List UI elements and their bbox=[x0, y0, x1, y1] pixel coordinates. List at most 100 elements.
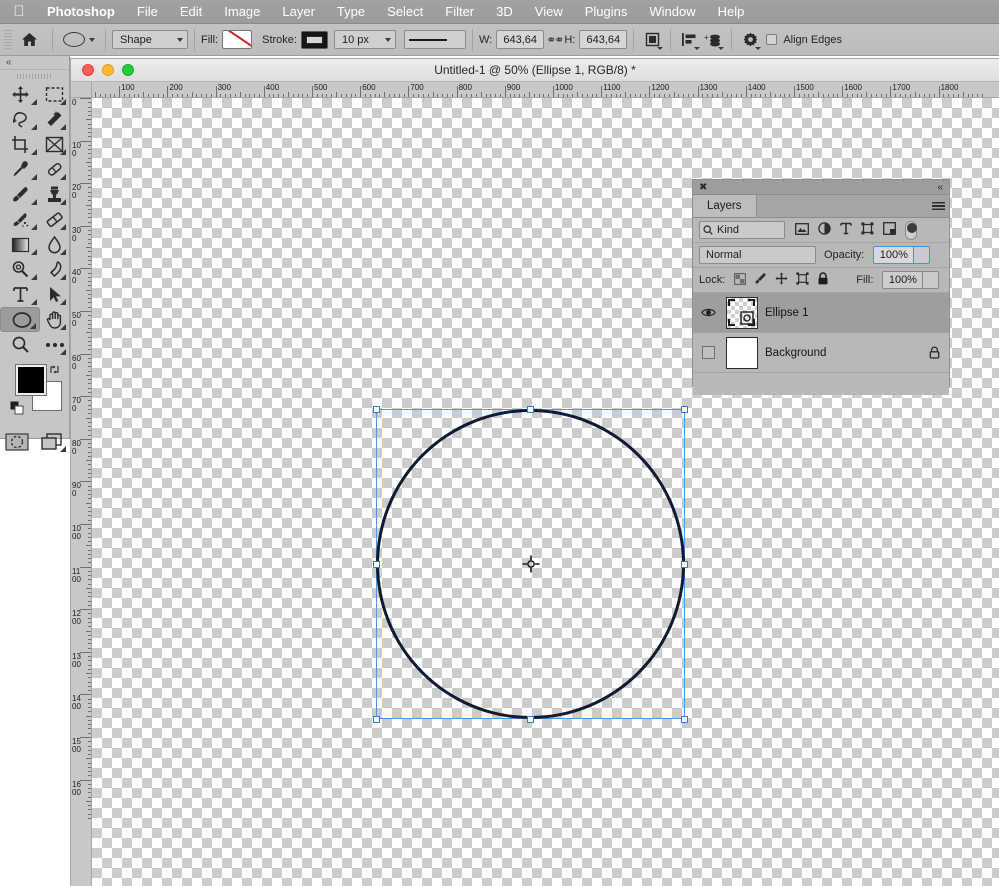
layer-name[interactable]: Background bbox=[765, 347, 920, 359]
opacity-input[interactable]: 100% bbox=[873, 246, 915, 264]
foreground-color-swatch[interactable] bbox=[15, 364, 47, 396]
transform-handle-top-left[interactable] bbox=[373, 406, 380, 413]
clone-stamp-tool[interactable] bbox=[40, 182, 69, 207]
lock-image-pixels-icon[interactable] bbox=[754, 272, 767, 288]
tools-panel-collapse[interactable]: « bbox=[0, 56, 69, 70]
lock-position-icon[interactable] bbox=[775, 272, 788, 288]
transform-handle-bottom-left[interactable] bbox=[373, 716, 380, 723]
fill-swatch[interactable] bbox=[222, 30, 253, 49]
layer-visibility-toggle[interactable] bbox=[697, 346, 719, 359]
layers-panel-titlebar[interactable]: ✖ « bbox=[693, 180, 949, 195]
menu-item-view[interactable]: View bbox=[524, 0, 574, 24]
ellipse-tool[interactable] bbox=[0, 307, 40, 332]
crop-tool[interactable] bbox=[0, 132, 40, 157]
home-icon[interactable] bbox=[12, 32, 46, 47]
eyedropper-tool[interactable] bbox=[0, 157, 40, 182]
rectangular-marquee-tool[interactable] bbox=[40, 82, 69, 107]
menu-item-3d[interactable]: 3D bbox=[485, 0, 524, 24]
link-chain-icon[interactable]: ⚭⚭ bbox=[544, 33, 564, 47]
blur-drop-tool[interactable] bbox=[40, 232, 69, 257]
fill-stepper-arrow[interactable] bbox=[923, 271, 940, 289]
path-arrangement-icon[interactable]: + bbox=[701, 29, 725, 51]
healing-patch-tool[interactable] bbox=[40, 157, 69, 182]
pixel-filter-icon[interactable] bbox=[795, 222, 809, 238]
tool-mode-select[interactable]: Shape bbox=[112, 30, 188, 49]
table-row[interactable]: Background bbox=[693, 333, 949, 373]
tool-preset-picker[interactable] bbox=[59, 32, 99, 47]
path-alignment-icon[interactable] bbox=[677, 29, 701, 51]
more-tools-ellipsis-icon[interactable] bbox=[40, 332, 69, 357]
filter-toggle-icon[interactable] bbox=[905, 220, 917, 240]
lock-all-icon[interactable] bbox=[817, 272, 829, 288]
layer-visibility-toggle[interactable] bbox=[697, 307, 719, 318]
transform-handle-middle-left[interactable] bbox=[373, 561, 380, 568]
zoom-tool[interactable] bbox=[0, 332, 40, 357]
default-colors-icon[interactable] bbox=[10, 401, 25, 421]
height-input[interactable]: 643,64 bbox=[579, 30, 628, 49]
blend-mode-select[interactable]: Normal bbox=[699, 246, 816, 264]
layer-thumbnail[interactable] bbox=[726, 336, 758, 369]
swap-colors-icon[interactable] bbox=[48, 363, 61, 379]
menu-item-layer[interactable]: Layer bbox=[271, 0, 326, 24]
type-tool[interactable] bbox=[0, 282, 40, 307]
tab-layers[interactable]: Layers bbox=[693, 195, 757, 217]
smartobject-filter-icon[interactable] bbox=[883, 222, 896, 238]
menu-item-edit[interactable]: Edit bbox=[169, 0, 213, 24]
ruler-corner[interactable] bbox=[71, 82, 92, 98]
path-operations-icon[interactable] bbox=[640, 29, 664, 51]
eraser-tool[interactable] bbox=[40, 207, 69, 232]
lasso-tool[interactable] bbox=[0, 107, 40, 132]
transform-handle-top-right[interactable] bbox=[681, 406, 688, 413]
transform-handle-bottom-right[interactable] bbox=[681, 716, 688, 723]
lock-transparent-pixels-icon[interactable] bbox=[734, 272, 747, 288]
menu-item-type[interactable]: Type bbox=[326, 0, 376, 24]
menu-item-window[interactable]: Window bbox=[638, 0, 706, 24]
history-brush-tool[interactable] bbox=[0, 207, 40, 232]
menu-item-select[interactable]: Select bbox=[376, 0, 434, 24]
stroke-width-select[interactable]: 10 px bbox=[333, 30, 396, 49]
close-icon[interactable]: ✖ bbox=[699, 182, 707, 193]
hand-tool[interactable] bbox=[40, 307, 69, 332]
panel-menu-icon[interactable] bbox=[927, 195, 949, 217]
stroke-swatch[interactable] bbox=[300, 30, 328, 49]
reference-point-icon[interactable] bbox=[522, 555, 540, 578]
stroke-style-select[interactable] bbox=[403, 30, 466, 49]
magic-wand-tool[interactable] bbox=[40, 107, 69, 132]
width-input[interactable]: 643,64 bbox=[496, 30, 545, 49]
shape-filter-icon[interactable] bbox=[861, 222, 874, 238]
opacity-stepper-arrow[interactable] bbox=[914, 246, 931, 264]
move-tool[interactable] bbox=[0, 82, 40, 107]
brush-tool[interactable] bbox=[0, 182, 40, 207]
menu-item-help[interactable]: Help bbox=[707, 0, 756, 24]
layer-name[interactable]: Ellipse 1 bbox=[765, 307, 920, 319]
vertical-ruler[interactable]: 0 100 200 300 400 500 600 700 800 900 1000 1100 1200… bbox=[71, 98, 92, 886]
menu-item-image[interactable]: Image bbox=[213, 0, 271, 24]
gradient-tool[interactable] bbox=[0, 232, 40, 257]
menu-item-plugins[interactable]: Plugins bbox=[574, 0, 639, 24]
filter-kind-select[interactable]: Kind bbox=[699, 221, 785, 239]
type-filter-icon[interactable] bbox=[840, 222, 852, 238]
menu-item-file[interactable]: File bbox=[126, 0, 169, 24]
menu-item-photoshop[interactable]: Photoshop bbox=[36, 0, 126, 24]
options-bar-grip[interactable] bbox=[4, 29, 12, 50]
menu-item-filter[interactable]: Filter bbox=[434, 0, 485, 24]
align-edges-checkbox[interactable] bbox=[766, 34, 778, 45]
pen-tool[interactable] bbox=[40, 257, 69, 282]
collapse-chevrons-icon[interactable]: « bbox=[937, 182, 943, 193]
quick-mask-icon[interactable] bbox=[0, 429, 35, 454]
transform-handle-middle-right[interactable] bbox=[681, 561, 688, 568]
transform-handle-top-center[interactable] bbox=[527, 406, 534, 413]
screen-mode-icon[interactable] bbox=[35, 429, 70, 454]
fill-input[interactable]: 100% bbox=[882, 271, 924, 289]
dodge-tool[interactable] bbox=[0, 257, 40, 282]
tools-panel-grip[interactable] bbox=[0, 70, 69, 82]
lock-artboard-icon[interactable] bbox=[796, 272, 809, 288]
apple-logo-icon[interactable]:  bbox=[10, 4, 28, 19]
table-row[interactable]: Ellipse 1 bbox=[693, 293, 949, 333]
adjustment-filter-icon[interactable] bbox=[818, 222, 831, 238]
transform-handle-bottom-center[interactable] bbox=[527, 716, 534, 723]
horizontal-ruler[interactable]: 0100200300400500600700800900100011001200… bbox=[71, 82, 999, 98]
frame-tool[interactable] bbox=[40, 132, 69, 157]
gear-icon[interactable] bbox=[738, 29, 762, 51]
path-selection-tool[interactable] bbox=[40, 282, 69, 307]
